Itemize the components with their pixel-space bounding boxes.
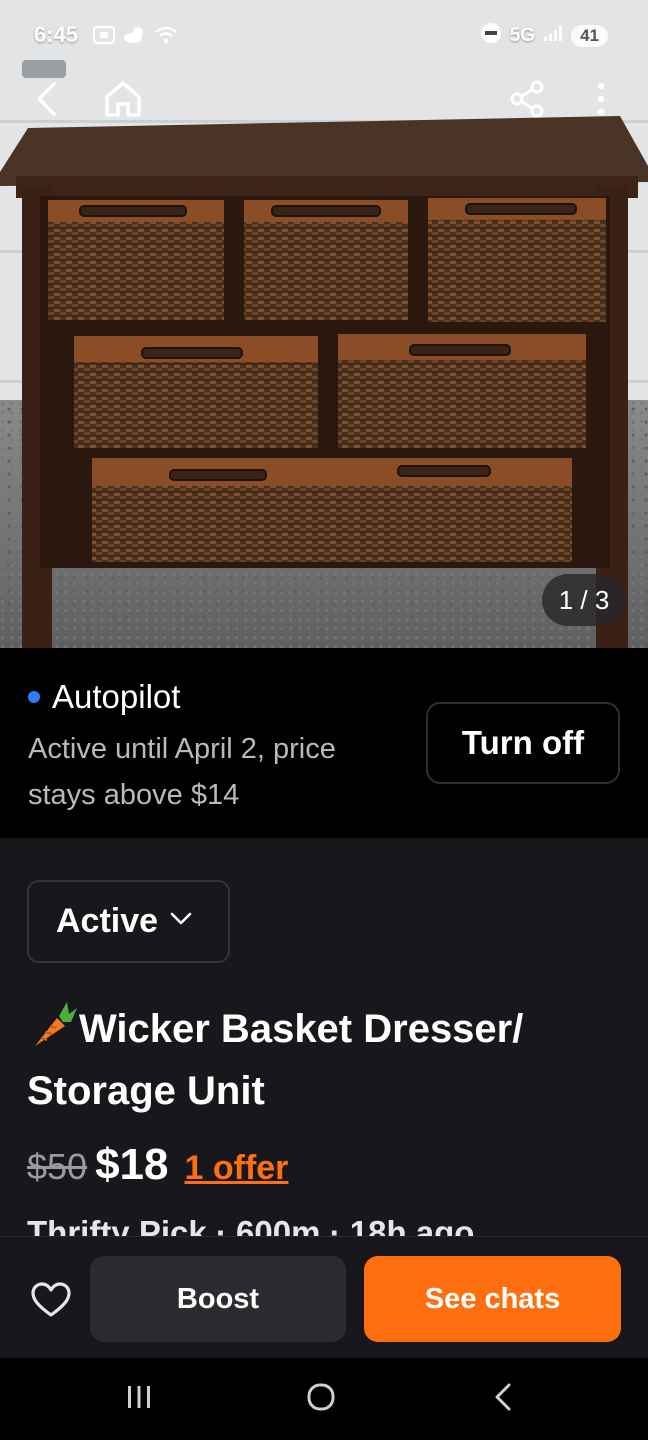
- weather-icon: [123, 24, 147, 51]
- home-icon: [103, 80, 143, 123]
- see-chats-button[interactable]: See chats: [364, 1256, 621, 1342]
- system-back-button[interactable]: [478, 1376, 528, 1422]
- system-home-button[interactable]: [296, 1376, 346, 1422]
- signal-icon: [543, 24, 563, 47]
- current-price: $18: [95, 1140, 169, 1189]
- listing-title: Wicker Basket Dresser/ Storage Unit: [27, 1007, 524, 1113]
- favorite-button[interactable]: [26, 1277, 76, 1327]
- heart-icon: [31, 1281, 71, 1323]
- more-vertical-icon: [596, 81, 606, 122]
- more-button[interactable]: [576, 76, 626, 126]
- action-bar: Boost See chats: [0, 1236, 648, 1358]
- recents-icon: [125, 1384, 153, 1415]
- do-not-disturb-icon: [480, 22, 502, 49]
- listing-details: Active Wicker Basket Dresser/ Storage Un…: [0, 838, 648, 1238]
- recents-button[interactable]: [114, 1376, 164, 1422]
- turn-off-button[interactable]: Turn off: [426, 702, 620, 784]
- autopilot-banner: Autopilot Active until April 2, price st…: [0, 648, 648, 838]
- wifi-icon: [154, 24, 178, 51]
- chevron-down-icon: [170, 912, 192, 931]
- status-dropdown-label: Active: [56, 902, 159, 940]
- original-price: $50: [27, 1146, 88, 1187]
- share-button[interactable]: [502, 76, 552, 126]
- back-triangle-icon: [492, 1382, 514, 1417]
- home-button[interactable]: [98, 76, 148, 126]
- boost-button[interactable]: Boost: [90, 1256, 346, 1342]
- screenshot-icon: [92, 24, 116, 51]
- status-time: 6:45: [34, 22, 79, 47]
- share-icon: [507, 79, 547, 124]
- back-icon: [32, 81, 62, 122]
- offers-link[interactable]: 1 offer: [185, 1149, 289, 1188]
- autopilot-status-dot: [28, 691, 40, 703]
- autopilot-header: Autopilot: [28, 678, 180, 716]
- photo-counter-text: 1 / 3: [558, 584, 610, 615]
- photo-counter: 1 / 3: [542, 574, 626, 626]
- back-button[interactable]: [22, 76, 72, 126]
- listing-title-row: Wicker Basket Dresser/ Storage Unit: [27, 998, 627, 1122]
- listing-photo[interactable]: 6:45 5G 41 1 / 3: [0, 0, 648, 648]
- status-dropdown[interactable]: Active: [27, 880, 230, 963]
- carrot-icon: [27, 998, 79, 1050]
- listing-meta: Thrifty Pick · 600m · 18h ago: [27, 1214, 475, 1238]
- home-circle-icon: [306, 1382, 336, 1417]
- battery-level: 41: [571, 24, 608, 47]
- autopilot-title: Autopilot: [52, 678, 181, 715]
- price-row: $50 $18 1 offer: [27, 1140, 288, 1190]
- network-type: 5G: [509, 24, 536, 46]
- autopilot-description: Active until April 2, price stays above …: [28, 733, 336, 811]
- status-bar: 6:45 5G 41: [0, 14, 648, 58]
- system-navigation-bar: [0, 1358, 648, 1440]
